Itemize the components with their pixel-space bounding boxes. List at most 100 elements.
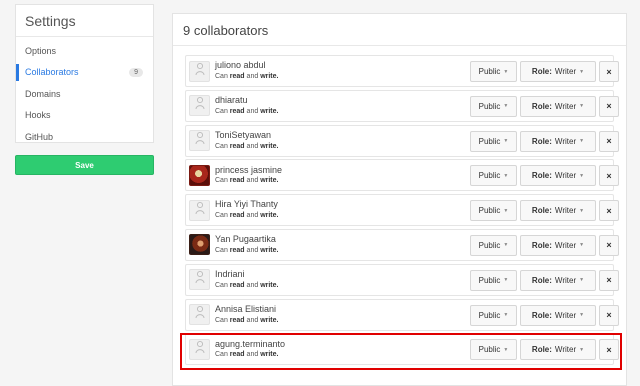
visibility-label: Public bbox=[478, 275, 501, 285]
sidebar-item-label: Options bbox=[25, 45, 57, 56]
caret-down-icon: ▼ bbox=[503, 172, 509, 179]
perm-write: write. bbox=[260, 247, 279, 255]
close-icon: × bbox=[606, 170, 612, 181]
caret-down-icon: ▼ bbox=[503, 138, 509, 145]
sidebar-item-label: GitHub bbox=[25, 131, 54, 142]
remove-collaborator-button[interactable]: × bbox=[599, 269, 619, 291]
role-dropdown[interactable]: Role: Writer ▼ bbox=[520, 165, 596, 187]
sidebar-item-options[interactable]: Options bbox=[16, 40, 153, 62]
perm-read: read bbox=[229, 247, 245, 255]
perm-and: and bbox=[246, 316, 259, 324]
caret-down-icon: ▼ bbox=[503, 277, 509, 284]
remove-collaborator-button[interactable]: × bbox=[599, 95, 619, 117]
perm-read: read bbox=[229, 107, 245, 115]
permission-text: Can read and write. bbox=[215, 73, 278, 81]
caret-down-icon: ▼ bbox=[579, 103, 585, 110]
role-dropdown[interactable]: Role: Writer ▼ bbox=[520, 61, 596, 82]
remove-collaborator-button[interactable]: × bbox=[599, 234, 619, 256]
perm-read: read bbox=[229, 73, 245, 81]
sidebar-item-label: Collaborators bbox=[25, 67, 79, 78]
permission-text: Can read and write. bbox=[215, 282, 278, 290]
role-prefix: Role: bbox=[531, 136, 552, 146]
role-dropdown[interactable]: Role: Writer ▼ bbox=[520, 339, 596, 361]
save-button[interactable]: Save bbox=[15, 155, 154, 175]
permission-text: Can read and write. bbox=[215, 351, 285, 359]
collaborator-row: agung.terminanto Can read and write. Pub… bbox=[185, 333, 619, 366]
remove-collaborator-button[interactable]: × bbox=[599, 304, 619, 326]
role-prefix: Role: bbox=[531, 345, 552, 355]
visibility-dropdown[interactable]: Public ▼ bbox=[470, 269, 517, 291]
remove-collaborator-button[interactable]: × bbox=[599, 61, 619, 82]
visibility-dropdown[interactable]: Public ▼ bbox=[470, 339, 517, 361]
user-info: Indriani Can read and write. bbox=[215, 269, 278, 290]
panel-title: 9 collaborators bbox=[173, 14, 626, 46]
collaborator-name: Annisa Elistiani bbox=[215, 303, 277, 314]
visibility-dropdown[interactable]: Public ▼ bbox=[470, 165, 517, 187]
visibility-dropdown[interactable]: Public ▼ bbox=[470, 234, 517, 256]
role-value: Writer bbox=[554, 171, 577, 181]
remove-collaborator-button[interactable]: × bbox=[599, 165, 619, 187]
perm-prefix: Can bbox=[215, 351, 228, 359]
perm-write: write. bbox=[260, 142, 279, 150]
role-dropdown[interactable]: Role: Writer ▼ bbox=[520, 200, 596, 222]
role-value: Writer bbox=[554, 136, 577, 146]
close-icon: × bbox=[606, 275, 612, 286]
visibility-label: Public bbox=[478, 345, 501, 355]
sidebar-title: Settings bbox=[16, 5, 153, 37]
perm-write: write. bbox=[260, 107, 279, 115]
visibility-dropdown[interactable]: Public ▼ bbox=[470, 130, 517, 152]
role-dropdown[interactable]: Role: Writer ▼ bbox=[520, 304, 596, 326]
user-info: Annisa Elistiani Can read and write. bbox=[215, 303, 278, 325]
perm-prefix: Can bbox=[215, 247, 228, 255]
collaborator-row: Yan Pugaartika Can read and write. Publi… bbox=[185, 228, 619, 261]
visibility-dropdown[interactable]: Public ▼ bbox=[470, 200, 517, 222]
default-avatar-icon bbox=[195, 340, 205, 359]
collaborators-list: juliono abdul Can read and write. Public… bbox=[173, 46, 626, 366]
perm-read: read bbox=[229, 351, 245, 359]
caret-down-icon: ▼ bbox=[503, 207, 509, 214]
collaborator-row: Annisa Elistiani Can read and write. Pub… bbox=[185, 298, 619, 331]
sidebar-item-hooks[interactable]: Hooks bbox=[16, 105, 153, 127]
user-info: ToniSetyawan Can read and write. bbox=[215, 130, 279, 151]
visibility-dropdown[interactable]: Public ▼ bbox=[470, 95, 517, 117]
perm-prefix: Can bbox=[215, 73, 228, 81]
role-value: Writer bbox=[554, 67, 577, 76]
sidebar-item-domains[interactable]: Domains bbox=[16, 83, 153, 105]
remove-collaborator-button[interactable]: × bbox=[599, 200, 619, 222]
sidebar-item-label: Domains bbox=[25, 88, 61, 99]
user-info: agung.terminanto Can read and write. bbox=[215, 338, 286, 360]
settings-sidebar: Settings Options Collaborators 9 Domains… bbox=[15, 4, 154, 143]
user-info: Hira Yiyi Thanty Can read and write. bbox=[215, 199, 278, 220]
caret-down-icon: ▼ bbox=[579, 242, 585, 249]
sidebar-item-github[interactable]: GitHub bbox=[16, 126, 153, 148]
perm-read: read bbox=[229, 316, 245, 324]
perm-read: read bbox=[229, 177, 245, 185]
caret-down-icon: ▼ bbox=[579, 207, 585, 214]
perm-and: and bbox=[246, 281, 259, 289]
remove-collaborator-button[interactable]: × bbox=[599, 339, 619, 361]
permission-text: Can read and write. bbox=[215, 317, 278, 325]
visibility-dropdown[interactable]: Public ▼ bbox=[470, 304, 517, 326]
user-avatar bbox=[189, 199, 210, 221]
user-avatar bbox=[189, 130, 210, 152]
perm-prefix: Can bbox=[215, 142, 228, 150]
permission-text: Can read and write. bbox=[215, 108, 278, 116]
role-dropdown[interactable]: Role: Writer ▼ bbox=[520, 269, 596, 291]
role-dropdown[interactable]: Role: Writer ▼ bbox=[520, 234, 596, 256]
role-prefix: Role: bbox=[531, 171, 552, 181]
caret-down-icon: ▼ bbox=[579, 138, 585, 145]
perm-and: and bbox=[246, 142, 259, 150]
default-avatar-icon bbox=[195, 62, 205, 81]
caret-down-icon: ▼ bbox=[503, 242, 509, 249]
remove-collaborator-button[interactable]: × bbox=[599, 130, 619, 152]
collaborator-row: princess jasmine Can read and write. Pub… bbox=[185, 159, 619, 192]
close-icon: × bbox=[606, 101, 612, 112]
role-dropdown[interactable]: Role: Writer ▼ bbox=[520, 95, 596, 117]
collaborators-panel: 9 collaborators juliono abdul Can read a… bbox=[172, 13, 627, 386]
collaborator-name: agung.terminanto bbox=[215, 338, 286, 349]
user-avatar bbox=[189, 269, 210, 291]
visibility-dropdown[interactable]: Public ▼ bbox=[470, 61, 517, 82]
sidebar-item-collaborators[interactable]: Collaborators 9 bbox=[16, 62, 153, 84]
collaborators-count-badge: 9 bbox=[129, 67, 143, 77]
role-dropdown[interactable]: Role: Writer ▼ bbox=[520, 130, 596, 152]
